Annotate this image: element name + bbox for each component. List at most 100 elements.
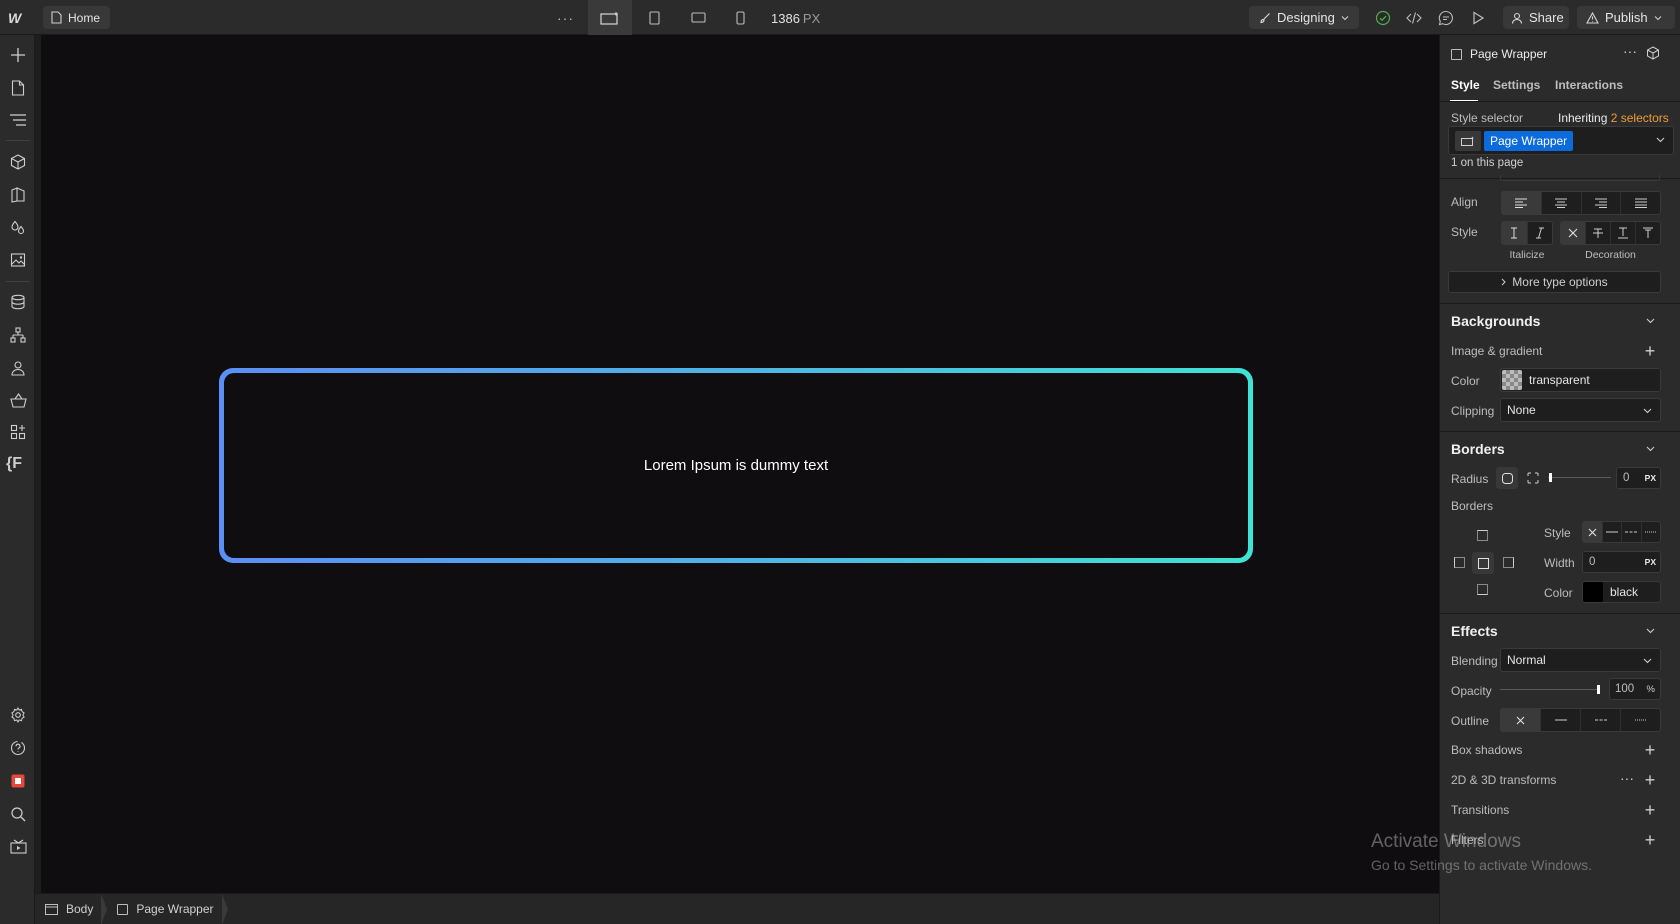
variables-drops-icon[interactable] xyxy=(7,217,29,239)
border-left-icon[interactable] xyxy=(1454,557,1465,568)
radius-input[interactable]: 0 PX xyxy=(1616,467,1661,489)
more-options-icon[interactable]: ··· xyxy=(557,10,574,26)
border-color-swatch[interactable] xyxy=(1583,582,1603,602)
tab-style[interactable]: Style xyxy=(1451,78,1480,92)
border-solid-icon[interactable] xyxy=(1603,522,1622,542)
radius-slider-track[interactable] xyxy=(1548,477,1611,478)
ecommerce-basket-icon[interactable] xyxy=(7,389,29,411)
no-decoration-icon[interactable] xyxy=(1561,222,1586,244)
publish-button[interactable]: Publish xyxy=(1577,6,1675,29)
pages-icon[interactable] xyxy=(7,77,29,99)
align-center-icon[interactable] xyxy=(1542,192,1582,214)
outline-solid-icon[interactable] xyxy=(1541,709,1581,731)
chevron-down-icon[interactable] xyxy=(1656,137,1665,143)
opacity-slider-thumb[interactable] xyxy=(1597,685,1600,694)
border-all-sides-icon[interactable] xyxy=(1472,552,1494,574)
text-align-control[interactable] xyxy=(1501,191,1661,215)
border-bottom-icon[interactable] xyxy=(1477,584,1488,595)
assets-image-icon[interactable] xyxy=(7,249,29,271)
chevron-down-icon[interactable] xyxy=(1646,446,1656,456)
canvas-text[interactable]: Lorem Ipsum is dummy text xyxy=(644,457,828,474)
transforms-more-icon[interactable]: ··· xyxy=(1620,770,1634,786)
code-icon[interactable] xyxy=(1404,8,1424,28)
opacity-unit[interactable]: % xyxy=(1647,684,1655,695)
border-width-input[interactable]: 0 PX xyxy=(1582,551,1661,573)
bg-color-field[interactable]: transparent xyxy=(1500,368,1661,392)
blending-select[interactable]: Normal xyxy=(1500,648,1661,672)
border-dotted-icon[interactable] xyxy=(1642,522,1661,542)
apps-grid-icon[interactable] xyxy=(7,421,29,443)
chevron-down-icon[interactable] xyxy=(1646,318,1656,328)
strikethrough-icon[interactable] xyxy=(1586,222,1611,244)
radius-unit[interactable]: PX xyxy=(1645,473,1656,483)
align-justify-icon[interactable] xyxy=(1621,192,1660,214)
transparent-swatch[interactable] xyxy=(1502,370,1522,390)
breakpoint-tablet[interactable] xyxy=(632,0,676,35)
share-button[interactable]: Share xyxy=(1503,6,1569,29)
effects-section-title[interactable]: Effects xyxy=(1451,623,1498,639)
clipping-select[interactable]: None xyxy=(1500,398,1661,422)
radius-all-corners-icon[interactable] xyxy=(1496,467,1518,489)
italicize-control[interactable] xyxy=(1501,221,1553,245)
navigator-icon[interactable] xyxy=(7,109,29,131)
regular-text-icon[interactable] xyxy=(1502,222,1528,244)
backgrounds-section-title[interactable]: Backgrounds xyxy=(1451,313,1540,329)
borders-section-title[interactable]: Borders xyxy=(1451,441,1505,457)
page-wrapper-inner[interactable]: Lorem Ipsum is dummy text xyxy=(224,373,1248,558)
align-left-icon[interactable] xyxy=(1502,192,1542,214)
overline-icon[interactable] xyxy=(1636,222,1660,244)
breakpoint-mobile-portrait[interactable] xyxy=(718,0,762,35)
preview-play-icon[interactable] xyxy=(1468,8,1488,28)
border-none-icon[interactable] xyxy=(1583,522,1603,542)
add-filter-icon[interactable]: + xyxy=(1643,831,1657,849)
add-background-icon[interactable]: + xyxy=(1643,342,1657,360)
settings-gear-icon[interactable] xyxy=(7,704,29,726)
add-transition-icon[interactable]: + xyxy=(1643,801,1657,819)
components-cube-icon[interactable] xyxy=(7,151,29,173)
style-selectors-icon[interactable] xyxy=(7,184,29,206)
tab-settings[interactable]: Settings xyxy=(1493,78,1540,92)
tab-interactions[interactable]: Interactions xyxy=(1555,78,1623,92)
page-wrapper-element[interactable]: Lorem Ipsum is dummy text xyxy=(219,368,1253,563)
font-app-icon[interactable]: {F xyxy=(6,455,22,473)
breakpoint-mobile-landscape[interactable] xyxy=(676,0,720,35)
component-cube-icon[interactable] xyxy=(1646,46,1660,60)
outline-dotted-icon[interactable] xyxy=(1621,709,1660,731)
underline-icon[interactable] xyxy=(1611,222,1636,244)
users-icon[interactable] xyxy=(7,357,29,379)
webflow-logo[interactable]: W xyxy=(8,10,28,26)
design-canvas[interactable]: Lorem Ipsum is dummy text xyxy=(41,35,1439,893)
add-elements-icon[interactable] xyxy=(7,44,29,66)
align-right-icon[interactable] xyxy=(1582,192,1622,214)
more-type-options-button[interactable]: More type options xyxy=(1448,271,1661,293)
outline-dashed-icon[interactable] xyxy=(1581,709,1621,731)
selector-field[interactable]: Page Wrapper xyxy=(1448,126,1674,155)
outline-none-icon[interactable] xyxy=(1501,709,1541,731)
chevron-down-icon[interactable] xyxy=(1646,628,1656,638)
border-dashed-icon[interactable] xyxy=(1622,522,1642,542)
decoration-control[interactable] xyxy=(1560,221,1661,245)
border-top-icon[interactable] xyxy=(1477,530,1488,541)
breadcrumb-item-body[interactable]: Body xyxy=(35,893,108,924)
border-style-control[interactable] xyxy=(1582,521,1661,543)
radius-individual-corners-icon[interactable] xyxy=(1527,472,1539,484)
outline-control[interactable] xyxy=(1500,708,1661,732)
selector-chip[interactable]: Page Wrapper xyxy=(1484,130,1574,151)
mode-dropdown[interactable]: Designing xyxy=(1249,6,1359,29)
help-icon[interactable] xyxy=(7,737,29,759)
radius-slider-thumb[interactable] xyxy=(1549,473,1552,482)
logic-flow-icon[interactable] xyxy=(7,324,29,346)
search-icon[interactable] xyxy=(7,803,29,825)
comments-icon[interactable] xyxy=(1436,8,1456,28)
breadcrumb-item-page-wrapper[interactable]: Page Wrapper xyxy=(107,893,228,924)
element-more-icon[interactable]: ··· xyxy=(1623,43,1637,59)
page-selector-button[interactable]: Home xyxy=(43,6,111,29)
add-transform-icon[interactable]: + xyxy=(1643,771,1657,789)
cms-database-icon[interactable] xyxy=(7,291,29,313)
italic-icon[interactable] xyxy=(1528,222,1553,244)
border-right-icon[interactable] xyxy=(1503,557,1514,568)
status-check-icon[interactable] xyxy=(1373,8,1393,28)
opacity-slider-track[interactable] xyxy=(1500,689,1600,690)
breakpoint-desktop-base[interactable] xyxy=(588,0,632,35)
record-icon[interactable] xyxy=(7,770,29,792)
